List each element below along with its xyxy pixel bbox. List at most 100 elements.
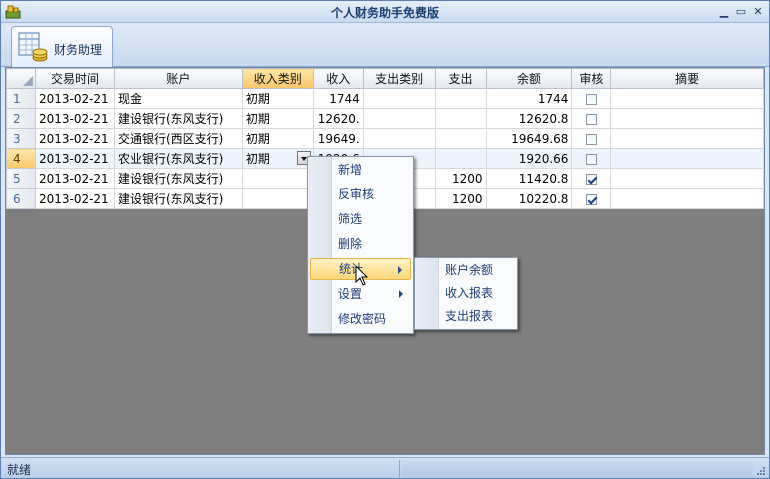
column-header-date[interactable]: 交易时间 [34,68,115,89]
audit-checkbox[interactable] [585,153,597,165]
tab-finance-assistant[interactable]: 财务助理 [11,26,113,67]
cell-expense-type[interactable] [362,128,436,149]
menu-item-delete[interactable]: 删除 [310,233,411,255]
cell-account[interactable]: 建设银行(东风支行) [113,188,243,209]
cell-date[interactable]: 2013-02-21 [34,108,115,129]
title-bar[interactable]: 个人财务助手免费版 ▁ ▭ ✕ [1,1,769,23]
audit-checkbox[interactable] [585,193,597,205]
cell-audited[interactable] [571,88,612,109]
cell-income[interactable]: 19649. [312,128,364,149]
mouse-cursor-icon [355,265,369,286]
status-bar: 就绪 [1,457,769,478]
maximize-button[interactable]: ▭ [734,5,748,19]
table-row[interactable]: 2 2013-02-21 建设银行(东风支行) 初期 12620. 12620.… [6,108,764,129]
cell-date[interactable]: 2013-02-21 [34,148,115,169]
cell-memo[interactable] [610,168,764,189]
cell-balance[interactable]: 11420.8 [485,168,573,189]
audit-checkbox[interactable] [585,93,597,105]
cell-income-type[interactable]: 初期 [241,108,314,129]
menu-item-unaudit[interactable]: 反审核 [310,183,411,205]
cell-account[interactable]: 交通银行(西区支行) [113,128,243,149]
column-header-balance[interactable]: 余额 [485,68,573,89]
ribbon-bar: 财务助理 [1,23,769,67]
cell-balance[interactable]: 19649.68 [485,128,573,149]
cell-account[interactable]: 现金 [113,88,243,109]
app-window: 个人财务助手免费版 ▁ ▭ ✕ 财务助理 交易时间 账户 收入类别 收入 支出类… [0,0,770,479]
column-header-expense[interactable]: 支出 [434,68,487,89]
spreadsheet-coins-icon [18,32,48,62]
audit-checkbox[interactable] [585,133,597,145]
cell-memo[interactable] [610,188,764,209]
cell-income-type[interactable] [241,168,314,189]
status-separator [399,460,400,477]
cell-income-type[interactable]: 初期 [241,88,314,109]
row-number[interactable]: 4 [6,148,36,169]
cell-balance[interactable]: 1744 [485,88,573,109]
close-button[interactable]: ✕ [751,5,765,19]
cell-date[interactable]: 2013-02-21 [34,88,115,109]
cell-memo[interactable] [610,108,764,129]
resize-grip-icon[interactable] [756,466,766,476]
table-row[interactable]: 1 2013-02-21 现金 初期 1744 1744 [6,88,764,109]
column-header-account[interactable]: 账户 [113,68,243,89]
cell-expense[interactable] [434,108,487,129]
column-header-income-type[interactable]: 收入类别 [241,68,314,89]
row-number[interactable]: 3 [6,128,36,149]
cell-expense-type[interactable] [362,88,436,109]
minimize-button[interactable]: ▁ [717,5,731,19]
menu-item-income-report[interactable]: 收入报表 [417,282,515,304]
row-number[interactable]: 1 [6,88,36,109]
statistics-submenu: 账户余额 收入报表 支出报表 [414,257,518,330]
cell-date[interactable]: 2013-02-21 [34,188,115,209]
select-all-corner[interactable] [6,68,36,89]
cell-expense-type[interactable] [362,108,436,129]
cell-audited[interactable] [571,188,612,209]
cell-income-type[interactable]: 初期 [241,128,314,149]
menu-item-add[interactable]: 新增 [310,159,411,181]
cell-memo[interactable] [610,148,764,169]
cell-account[interactable]: 建设银行(东风支行) [113,108,243,129]
menu-item-expense-report[interactable]: 支出报表 [417,305,515,327]
cell-expense[interactable]: 1200 [434,188,487,209]
cell-expense[interactable] [434,88,487,109]
audit-checkbox[interactable] [585,173,597,185]
cell-expense[interactable]: 1200 [434,168,487,189]
status-panel [401,460,753,477]
cell-date[interactable]: 2013-02-21 [34,168,115,189]
column-header-expense-type[interactable]: 支出类别 [362,68,436,89]
cell-date[interactable]: 2013-02-21 [34,128,115,149]
cell-income[interactable]: 1744 [312,88,364,109]
table-row[interactable]: 3 2013-02-21 交通银行(西区支行) 初期 19649. 19649.… [6,128,764,149]
cell-income-type-value: 初期 [245,152,270,166]
cell-audited[interactable] [571,168,612,189]
cell-balance[interactable]: 1920.66 [485,148,573,169]
submenu-arrow-icon [399,290,403,298]
row-number[interactable]: 2 [6,108,36,129]
cell-audited[interactable] [571,148,612,169]
window-title: 个人财务助手免费版 [330,6,439,20]
cell-account[interactable]: 建设银行(东风支行) [113,168,243,189]
row-number[interactable]: 6 [6,188,36,209]
cell-audited[interactable] [571,128,612,149]
cell-account[interactable]: 农业银行(东风支行) [113,148,243,169]
cell-audited[interactable] [571,108,612,129]
audit-checkbox[interactable] [585,113,597,125]
cell-balance[interactable]: 12620.8 [485,108,573,129]
cell-memo[interactable] [610,88,764,109]
cell-income[interactable]: 12620. [312,108,364,129]
column-header-income[interactable]: 收入 [312,68,364,89]
row-number[interactable]: 5 [6,168,36,189]
column-header-memo[interactable]: 摘要 [610,68,764,89]
cell-expense[interactable] [434,148,487,169]
column-header-audited[interactable]: 审核 [571,68,612,89]
menu-item-change-password[interactable]: 修改密码 [310,308,411,330]
cell-memo[interactable] [610,128,764,149]
cell-income-type-editing[interactable]: 初期 [241,148,314,169]
cell-income-type[interactable] [241,188,314,209]
cell-balance[interactable]: 10220.8 [485,188,573,209]
status-text: 就绪 [7,463,32,477]
cell-expense[interactable] [434,128,487,149]
menu-item-filter[interactable]: 筛选 [310,208,411,230]
menu-item-settings-label: 设置 [338,287,363,301]
menu-item-account-balance[interactable]: 账户余额 [417,259,515,281]
